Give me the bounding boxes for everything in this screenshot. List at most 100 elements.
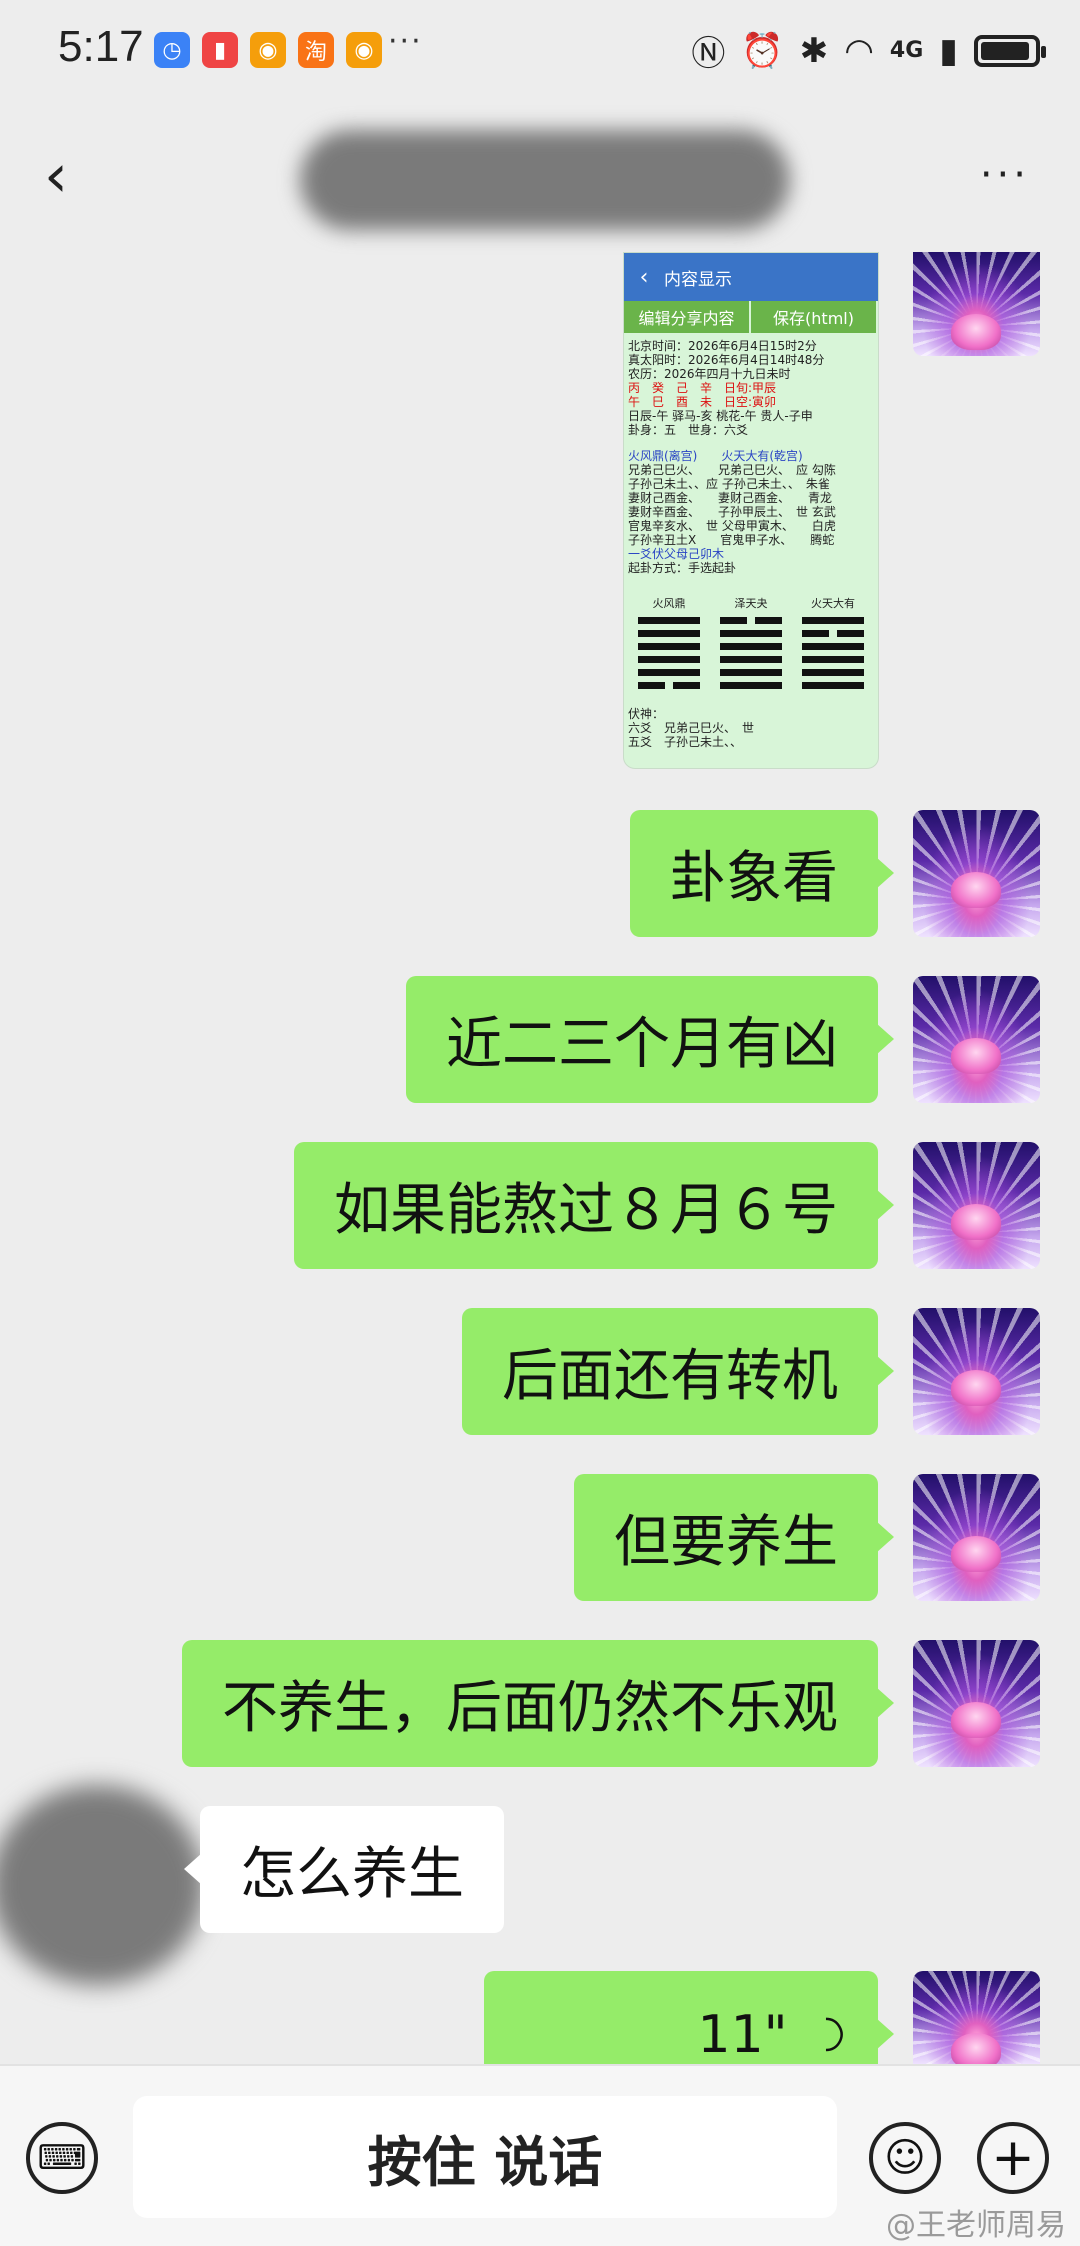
message-text: 不养生，后面仍然不乐观 <box>222 1676 838 1741</box>
nfc-icon: Ⓝ <box>691 34 726 74</box>
hexagram-row: 火风鼎 泽天夬 火天大有 <box>628 597 874 695</box>
my-avatar[interactable] <box>913 1971 1040 2064</box>
my-avatar[interactable] <box>913 1474 1040 1601</box>
yang-line <box>802 656 864 663</box>
screenshot-method-line: 起卦方式：手选起卦 <box>628 561 737 575</box>
screenshot-fushen-line: 伏神： <box>628 707 665 721</box>
status-bar: 5:17 ◷ ▮ ◉ 淘 ◉ ··· Ⓝ ⏰ ✱ ◠ 4G ▮ <box>0 0 1080 100</box>
screenshot-gua-line: 子孙己未土、、应 子孙己未土、、 朱雀 <box>628 477 830 491</box>
hexagram: 火天大有 <box>802 597 864 695</box>
yang-line <box>638 656 700 663</box>
back-button[interactable]: ‹ <box>44 146 94 206</box>
screenshot-header: ‹ 内容显示 <box>624 253 878 301</box>
screenshot-fushen-line: 五爻 子孙己未土、、 <box>628 735 743 749</box>
message-text: 后面还有转机 <box>502 1344 838 1409</box>
screenshot-fu-line: 一爻伏父母己卯木 <box>628 547 725 561</box>
screenshot-gua-line: 妻财辛酉金、 子孙甲辰土、 世 玄武 <box>628 505 836 519</box>
screenshot-back-icon: ‹ <box>639 264 649 290</box>
screenshot-text-line: 卦身：五 世身：六爻 <box>628 423 749 437</box>
outgoing-message-bubble[interactable]: 近二三个月有凶 <box>406 976 894 1103</box>
notes-app-icon: ▮ <box>202 32 238 68</box>
outgoing-message-bubble[interactable]: 后面还有转机 <box>462 1308 894 1435</box>
chat-title-redacted <box>300 130 790 230</box>
screenshot-text-line: 真太阳时：2026年6月4日14时48分 <box>628 353 825 367</box>
more-menu-button[interactable]: ··· <box>980 155 1030 195</box>
network-label: 4G <box>889 38 924 63</box>
voice-wave-icon: ◠ <box>803 2015 855 2054</box>
my-avatar[interactable] <box>913 810 1040 937</box>
voice-duration: 11" <box>697 2004 788 2065</box>
taobao-icon: 淘 <box>298 32 334 68</box>
yang-line <box>720 682 782 689</box>
screenshot-text-line: 北京时间：2026年6月4日15时2分 <box>628 339 817 353</box>
more-notifications-indicator: ··· <box>388 24 423 59</box>
keyboard-icon[interactable]: ⌨ <box>26 2122 98 2194</box>
screenshot-save-button: 保存(html) <box>751 301 878 333</box>
yang-line <box>720 669 782 676</box>
screenshot-gua-line: 官鬼辛亥水、 世 父母甲寅木、 白虎 <box>628 519 836 533</box>
screenshot-edit-share-button: 编辑分享内容 <box>624 301 751 333</box>
hexagram-label: 泽天夬 <box>734 597 768 610</box>
my-avatar[interactable] <box>913 252 1040 356</box>
alarm-icon: ⏰ <box>741 30 784 71</box>
screenshot-gua-line: 妻财己酉金、 妻财己酉金、 青龙 <box>628 491 833 505</box>
outgoing-message-bubble[interactable]: 不养生，后面仍然不乐观 <box>182 1640 894 1767</box>
hexagram: 火风鼎 <box>638 597 700 695</box>
yang-line <box>638 617 700 624</box>
wifi-icon: ◠ <box>844 30 874 71</box>
emoji-icon[interactable]: ☺ <box>869 2122 941 2194</box>
message-text: 但要养生 <box>614 1510 838 1575</box>
screenshot-ganzhi-line: 午 巳 酉 未 日空:寅卯 <box>628 395 777 409</box>
screenshot-text-line: 农历：2026年四月十九日未时 <box>628 367 791 381</box>
bluetooth-icon: ✱ <box>799 30 829 71</box>
yang-line <box>802 643 864 650</box>
screenshot-gua-line: 子孙辛丑土X 官鬼甲子水、 腾蛇 <box>628 533 835 547</box>
contact-avatar-redacted[interactable] <box>0 1785 205 1985</box>
yang-line <box>720 630 782 637</box>
screenshot-gua-names: 火风鼎(离宫) 火天大有(乾宫) <box>628 449 803 463</box>
yang-line <box>802 682 864 689</box>
shared-screenshot-image[interactable]: ‹ 内容显示 编辑分享内容 保存(html) 北京时间：2026年6月4日15时… <box>623 252 879 769</box>
outgoing-message-bubble[interactable]: 卦象看 <box>630 810 894 937</box>
message-text: 近二三个月有凶 <box>446 1012 838 1077</box>
signal-icon: ▮ <box>939 30 958 71</box>
battery-icon <box>974 34 1046 67</box>
outgoing-message-bubble[interactable]: 如果能熬过８月６号 <box>294 1142 894 1269</box>
screenshot-ganzhi-line: 丙 癸 己 辛 日旬:甲辰 <box>628 381 777 395</box>
my-avatar[interactable] <box>913 1640 1040 1767</box>
weibo-icon: ◉ <box>250 32 286 68</box>
screenshot-text-line: 日辰-午 驿马-亥 桃花-午 贵人-子申 <box>628 409 813 423</box>
message-text: 如果能熬过８月６号 <box>334 1178 838 1243</box>
yin-line <box>802 630 864 637</box>
incoming-message-bubble[interactable]: 怎么养生 <box>184 1806 504 1933</box>
yang-line <box>802 669 864 676</box>
screenshot-body: 北京时间：2026年6月4日15时2分 真太阳时：2026年6月4日14时48分… <box>624 333 878 749</box>
yang-line <box>720 643 782 650</box>
my-avatar[interactable] <box>913 1308 1040 1435</box>
outgoing-message-bubble[interactable]: 但要养生 <box>574 1474 894 1601</box>
yang-line <box>638 669 700 676</box>
yang-line <box>802 617 864 624</box>
yin-line <box>638 682 700 689</box>
message-text: 卦象看 <box>670 846 838 911</box>
my-avatar[interactable] <box>913 976 1040 1103</box>
yang-line <box>638 630 700 637</box>
watermark: @王老师周易 <box>886 2208 1066 2243</box>
plus-icon[interactable]: + <box>977 2122 1049 2194</box>
hold-to-talk-button[interactable]: 按住 说话 <box>133 2096 837 2218</box>
chat-header: ‹ ··· <box>0 100 1080 252</box>
yin-line <box>720 617 782 624</box>
calendar-app-icon: ◷ <box>154 32 190 68</box>
message-text: 怎么养生 <box>240 1842 464 1907</box>
hexagram-label: 火天大有 <box>811 597 855 610</box>
yang-line <box>638 643 700 650</box>
my-avatar[interactable] <box>913 1142 1040 1269</box>
yang-line <box>720 656 782 663</box>
screenshot-title: 内容显示 <box>664 269 732 290</box>
weibo-icon: ◉ <box>346 32 382 68</box>
screenshot-fushen-line: 六爻 兄弟己巳火、 世 <box>628 721 755 735</box>
status-time: 5:17 <box>58 22 144 71</box>
screenshot-gua-line: 兄弟己巳火、 兄弟己巳火、 应 勾陈 <box>628 463 836 477</box>
system-icons: Ⓝ ⏰ ✱ ◠ 4G ▮ <box>691 26 1046 75</box>
hexagram: 泽天夬 <box>720 597 782 695</box>
